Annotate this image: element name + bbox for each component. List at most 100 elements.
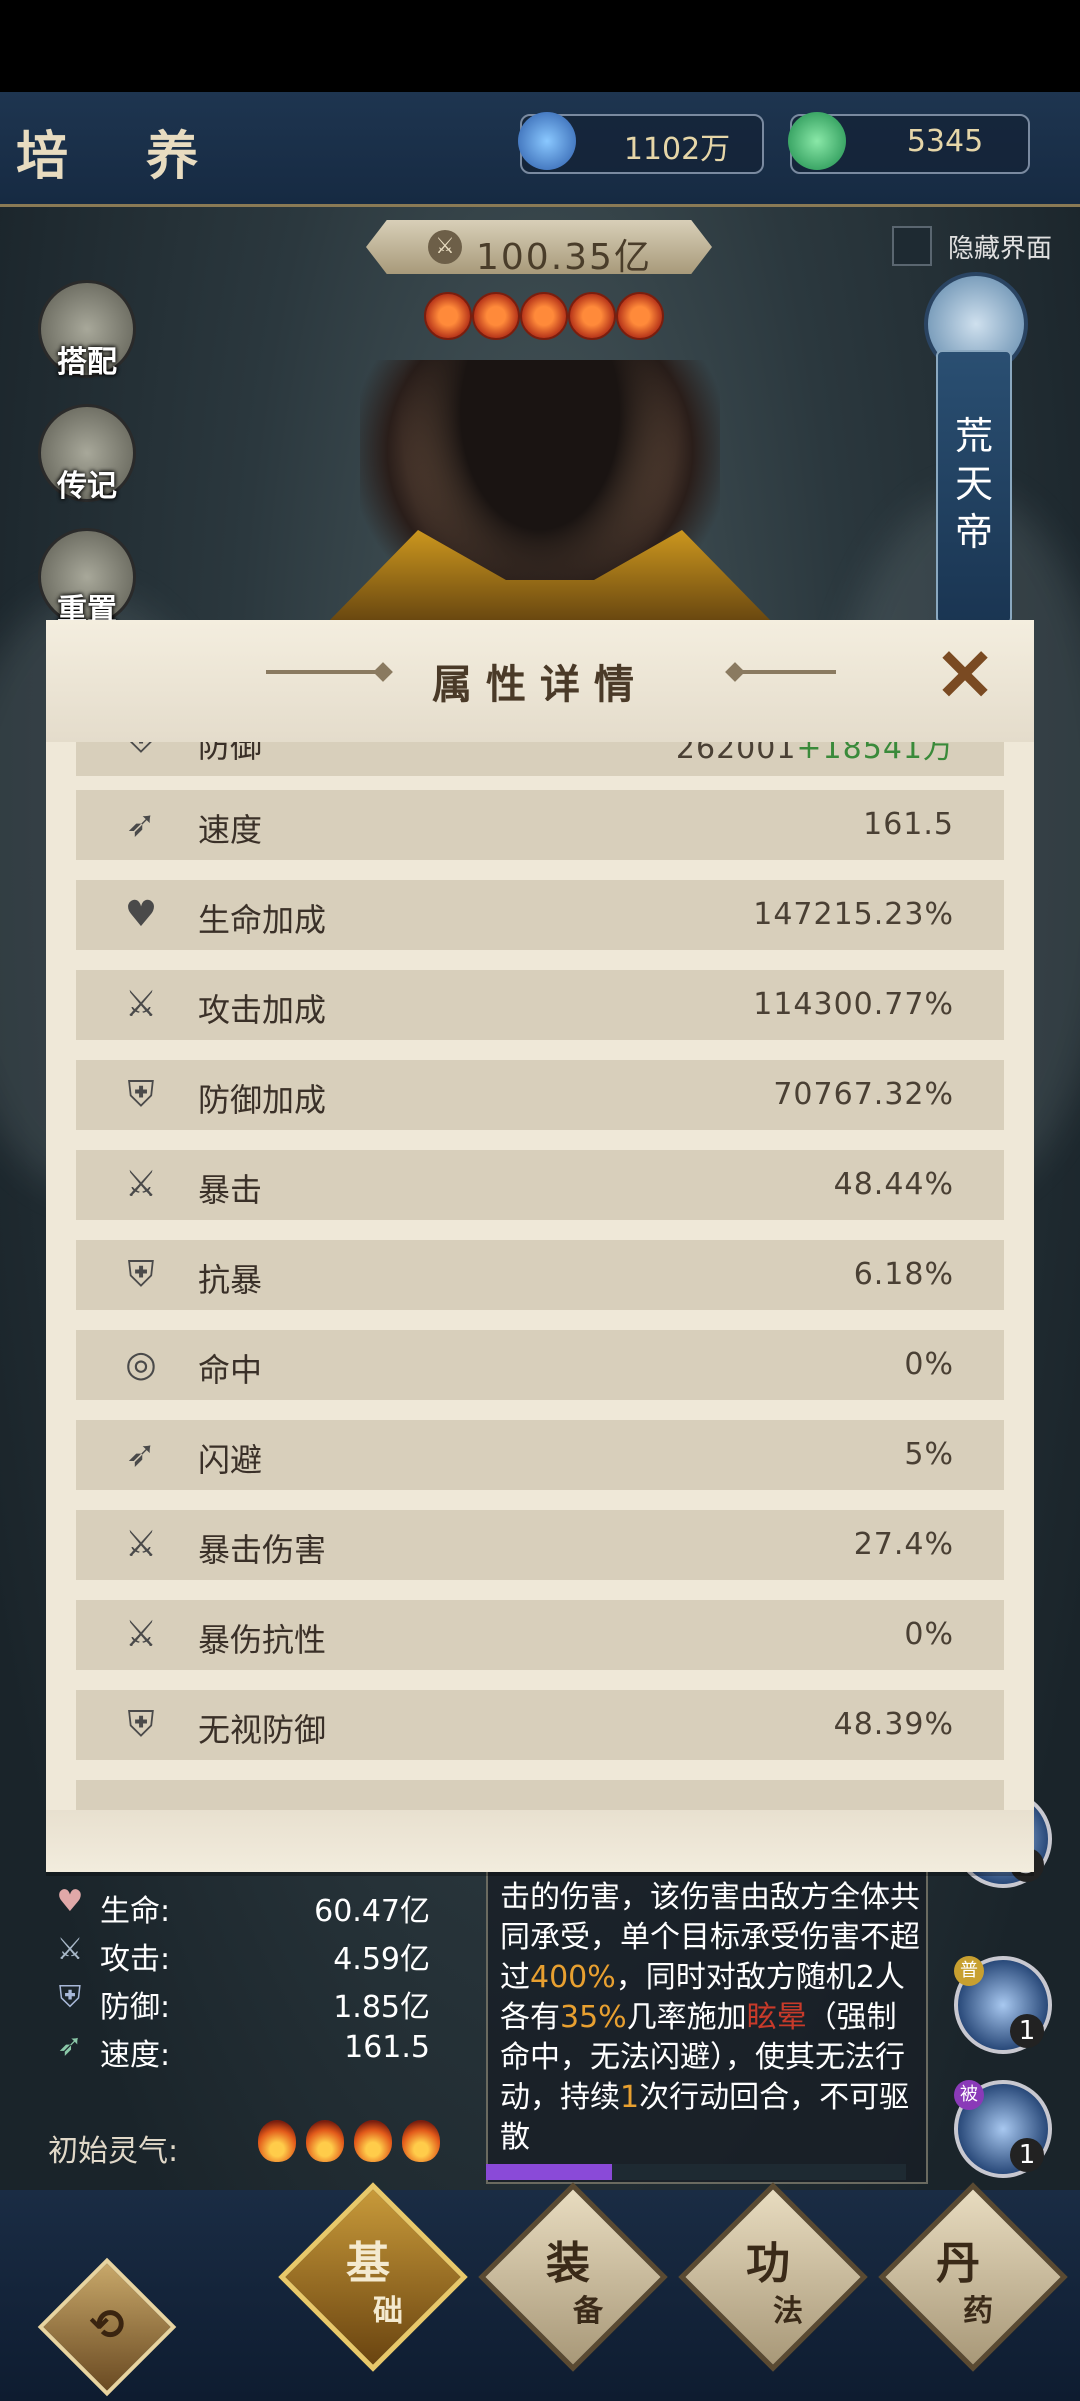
attribute-row: ⚔ 攻击加成 114300.77% [76, 970, 1004, 1040]
attribute-row: ⛨ 无视防御 48.39% [76, 1690, 1004, 1760]
attribute-label: 防御 [198, 742, 263, 765]
stat-value: 161.5 [344, 2030, 430, 2065]
speed-icon: ➶ [57, 2028, 83, 2063]
sword-icon: ⚔ [428, 230, 462, 264]
heart-icon: ♥ [56, 1884, 84, 1919]
tab-skills-label: 功法 [746, 2238, 803, 2330]
attribute-label: 抗暴 [198, 1261, 263, 1299]
reset-button[interactable]: 重置 [38, 528, 136, 628]
tab-basic-label: 基础 [346, 2238, 403, 2330]
attribute-value: 70767.32% [773, 1077, 954, 1112]
dodge-icon: ➶ [125, 1434, 157, 1475]
skill-description: 击的伤害，该伤害由敌方全体共同承受，单个目标承受伤害不超过400%，同时对敌方随… [486, 1870, 928, 2184]
attribute-value: 114300.77% [753, 987, 954, 1022]
attribute-row: ⚔ 暴击 48.44% [76, 1150, 1004, 1220]
skill-slot[interactable]: 普 1 [954, 1956, 1052, 2054]
skill-level: 1 [1010, 2138, 1044, 2172]
star-icon [520, 292, 568, 340]
attribute-label: 暴击伤害 [198, 1531, 327, 1569]
crystal-resource[interactable]: 1102万 [518, 112, 764, 174]
defense-icon: ⛨ [116, 742, 166, 766]
attribute-row: ⚔ 暴伤抗性 0% [76, 1600, 1004, 1670]
combat-power-value: 100.35亿 [476, 237, 652, 278]
stat-value: 4.59亿 [333, 1942, 430, 1977]
page-title: 培 养 [16, 126, 229, 187]
hide-ui-checkbox[interactable] [892, 226, 932, 266]
stat-row: ⛨ 防御: 1.85亿 [40, 1976, 430, 2025]
attribute-value: 48.39% [833, 1707, 954, 1742]
aura-label: 初始灵气: [48, 2134, 179, 2169]
jade-icon [788, 112, 846, 170]
character-name: 荒天帝 [954, 414, 993, 554]
attribute-value: 0% [904, 1617, 954, 1652]
attribute-detail-modal: 属性详情 ✕ ⛨ 防御 262001+18541万 ➶ 速度 161.5 ♥ 生… [46, 620, 1034, 1872]
attribute-value: 0% [904, 1347, 954, 1382]
flame-icon [258, 2120, 296, 2162]
attribute-row: ⚔ 暴击伤害 27.4% [76, 1510, 1004, 1580]
close-button[interactable]: ✕ [930, 639, 1000, 711]
attribute-value: 48.44% [833, 1167, 954, 1202]
modal-header: 属性详情 ✕ [46, 620, 1034, 742]
attribute-value: 5% [904, 1437, 954, 1472]
attribute-label: 暴伤抗性 [198, 1621, 327, 1659]
flame-icon [306, 2120, 344, 2162]
biography-label: 传记 [57, 469, 117, 504]
crystal-icon [518, 112, 576, 170]
lineup-button[interactable]: 搭配 [38, 280, 136, 380]
attribute-row: ◎ 命中 0% [76, 1330, 1004, 1400]
combat-power: ⚔ 100.35亿 [366, 220, 712, 274]
attribute-label: 闪避 [198, 1441, 263, 1479]
crit-icon: ⚔ [124, 1164, 158, 1205]
accuracy-icon: ◎ [125, 1344, 157, 1385]
ignore-defense-icon: ⛨ [127, 1704, 155, 1745]
crit-damage-icon: ⚔ [124, 1524, 158, 1565]
flame-icon [402, 2120, 440, 2162]
attribute-label: 无视防御 [198, 1711, 327, 1749]
stat-label: 生命: [100, 1894, 171, 1929]
back-icon: ⟲ [89, 2300, 125, 2349]
attribute-row: ♥ 生命加成 147215.23% [76, 880, 1004, 950]
biography-button[interactable]: 传记 [38, 404, 136, 504]
attribute-row: ⛨ 抗暴 6.18% [76, 1240, 1004, 1310]
star-rating [424, 292, 664, 342]
attribute-label: 生命加成 [198, 901, 327, 939]
attribute-row: ➶ 速度 161.5 [76, 790, 1004, 860]
skill-tag: 普 [954, 1956, 984, 1986]
attribute-row: ⛨ 防御 262001+18541万 [76, 742, 1004, 776]
stat-row: ➶ 速度: 161.5 [40, 2024, 430, 2073]
jade-resource[interactable]: 5345 [788, 112, 1030, 174]
crit-damage-resist-icon: ⚔ [124, 1614, 158, 1655]
attribute-label: 速度 [198, 811, 263, 849]
stat-value: 60.47亿 [314, 1894, 430, 1929]
flame-icon [354, 2120, 392, 2162]
attribute-value: 161.5 [863, 807, 954, 842]
attribute-value: 27.4% [853, 1527, 954, 1562]
stat-row: ⚔ 攻击: 4.59亿 [40, 1928, 430, 1977]
status-bar [0, 0, 1080, 92]
attribute-row [76, 1780, 1004, 1810]
attribute-list[interactable]: ⛨ 防御 262001+18541万 ➶ 速度 161.5 ♥ 生命加成 147… [76, 742, 1004, 1810]
hp-bonus-icon: ♥ [124, 894, 158, 935]
skill-tag: 被 [954, 2080, 984, 2110]
lineup-label: 搭配 [57, 345, 117, 380]
attribute-value: 6.18% [853, 1257, 954, 1292]
attribute-label: 暴击 [198, 1171, 263, 1209]
speed-icon: ➶ [125, 804, 157, 845]
star-icon [616, 292, 664, 340]
modal-footer [46, 1810, 1034, 1872]
character-name-banner: 荒天帝 [936, 350, 1012, 624]
attribute-label: 命中 [198, 1351, 263, 1389]
jade-amount: 5345 [906, 124, 984, 159]
skill-slot[interactable]: 被 1 [954, 2080, 1052, 2178]
star-icon [472, 292, 520, 340]
star-icon [424, 292, 472, 340]
stat-label: 防御: [100, 1990, 171, 2025]
skill-text: 击的伤害，该伤害由敌方全体共同承受，单个目标承受伤害不超过400%，同时对敌方随… [500, 1880, 920, 2155]
attribute-value: 262001+18541万 [675, 742, 954, 766]
tab-pills-label: 丹药 [936, 2238, 993, 2330]
shield-icon: ⛨ [58, 1980, 82, 2015]
sword-icon: ⚔ [56, 1932, 84, 1967]
crystal-amount: 1102万 [623, 132, 731, 167]
attribute-label: 防御加成 [198, 1081, 327, 1119]
hide-ui-label: 隐藏界面 [948, 234, 1053, 264]
